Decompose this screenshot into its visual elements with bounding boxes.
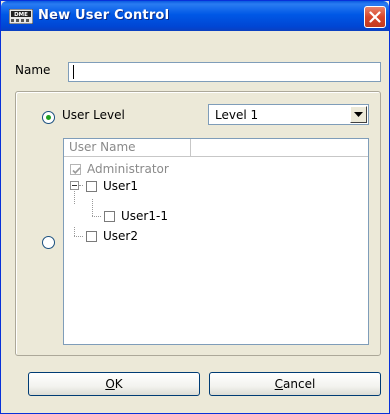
- tree-row-label: User1-1: [121, 209, 168, 223]
- dialog-window: DME New User Control Name User Level Lev…: [0, 0, 390, 414]
- close-icon: [369, 11, 381, 23]
- tree-row-user1-1[interactable]: User1-1: [104, 207, 168, 225]
- dropdown-arrow-button[interactable]: [350, 106, 367, 123]
- cancel-button[interactable]: Cancel: [209, 372, 381, 396]
- tree-connector: [79, 185, 83, 186]
- user-level-label: User Level: [62, 108, 125, 122]
- cancel-label-rest: ancel: [283, 377, 316, 391]
- name-input[interactable]: [68, 62, 381, 82]
- collapse-toggle-icon[interactable]: [70, 181, 79, 190]
- close-button[interactable]: [364, 6, 386, 28]
- tree-row-label: Administrator: [87, 162, 169, 176]
- tree-connector: [74, 189, 75, 204]
- radio-selected-dot: [46, 115, 51, 120]
- tree-connector: [74, 227, 75, 236]
- title-bar[interactable]: DME New User Control: [1, 1, 389, 31]
- user-level-dropdown-value: Level 1: [215, 108, 259, 122]
- tree-row-user1[interactable]: User1: [86, 177, 138, 195]
- name-label: Name: [15, 63, 51, 77]
- ok-button[interactable]: OK: [28, 372, 200, 396]
- tree-connector: [92, 199, 93, 216]
- user-level-radio[interactable]: [42, 111, 55, 124]
- tree-connector: [92, 216, 101, 217]
- checkbox[interactable]: [86, 180, 97, 192]
- tree-row-administrator[interactable]: Administrator: [70, 160, 169, 178]
- column-header-user-name[interactable]: User Name: [64, 139, 191, 157]
- checkmark-icon: [72, 166, 81, 174]
- checkbox[interactable]: [104, 210, 115, 222]
- ok-mnemonic: O: [105, 377, 115, 391]
- cancel-mnemonic: C: [274, 377, 284, 391]
- user-list-radio[interactable]: [42, 236, 55, 249]
- checkbox[interactable]: [70, 163, 81, 175]
- chevron-down-icon: [354, 112, 363, 117]
- tree-connector: [74, 236, 83, 237]
- user-level-dropdown[interactable]: Level 1: [208, 104, 369, 125]
- tree-row-label: User1: [103, 179, 138, 193]
- tree-row-user2[interactable]: User2: [86, 227, 138, 245]
- tree-row-label: User2: [103, 229, 138, 243]
- window-title: New User Control: [38, 8, 170, 23]
- checkbox[interactable]: [86, 230, 97, 242]
- tree-header: User Name: [64, 139, 368, 157]
- text-caret: [73, 65, 74, 79]
- dme-app-icon: DME: [8, 8, 34, 25]
- user-tree: User Name Administrator User1 User1-1 Us…: [63, 138, 369, 345]
- app-icon-text: DME: [14, 12, 28, 18]
- ok-label-rest: K: [114, 377, 123, 391]
